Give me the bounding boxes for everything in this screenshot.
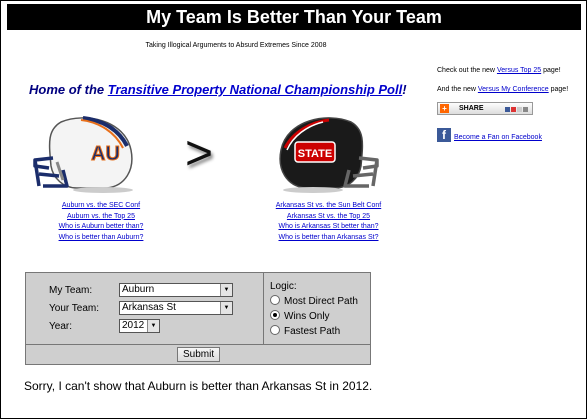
radio-direct[interactable]: [270, 295, 280, 305]
radio-wins[interactable]: [270, 310, 280, 320]
arkst-logo-lettering: STATE: [298, 148, 332, 160]
auburn-helmet-icon: AU: [33, 116, 133, 193]
conf-prefix: And the new: [437, 86, 478, 93]
my-team-value: Auburn: [122, 284, 155, 295]
arkst-better-than-link[interactable]: Who is Arkansas St better than?: [256, 222, 401, 233]
share-plus-icon: +: [440, 104, 449, 113]
auburn-better-than-link[interactable]: Who is Auburn better than?: [31, 222, 171, 233]
year-label: Year:: [49, 321, 72, 332]
home-suffix: !: [402, 82, 407, 97]
team-selection-panel: My Team: Auburn ▼ Your Team: Arkansas St…: [26, 273, 264, 345]
home-prefix: Home of the: [29, 82, 108, 97]
versus-top25-link[interactable]: Versus Top 25: [497, 67, 541, 74]
logic-option-wins[interactable]: Wins Only: [270, 310, 330, 322]
your-team-label: Your Team:: [49, 303, 100, 314]
matchup-form: My Team: Auburn ▼ Your Team: Arkansas St…: [25, 272, 371, 365]
conf-suffix: page!: [548, 86, 569, 93]
logic-option-label: Fastest Path: [284, 326, 341, 337]
my-team-select[interactable]: Auburn ▼: [119, 283, 233, 297]
chevron-down-icon: ▼: [220, 284, 232, 296]
arkansas-state-links: Arkansas St vs. the Sun Belt Conf Arkans…: [256, 201, 401, 243]
better-than-arkst-link[interactable]: Who is better than Arkansas St?: [256, 233, 401, 244]
top25-suffix: page!: [541, 67, 561, 74]
submit-row: Submit: [26, 345, 370, 364]
arkansas-state-helmet-icon: STATE: [279, 117, 379, 193]
your-team-value: Arkansas St: [122, 302, 176, 313]
arkst-vs-top25-link[interactable]: Arkansas St vs. the Top 25: [256, 212, 401, 223]
better-than-auburn-link[interactable]: Who is better than Auburn?: [31, 233, 171, 244]
chevron-down-icon: ▼: [220, 302, 232, 314]
site-title-banner: My Team Is Better Than Your Team: [7, 4, 581, 30]
arkst-vs-conference-link[interactable]: Arkansas St vs. the Sun Belt Conf: [256, 201, 401, 212]
championship-poll-link[interactable]: Transitive Property National Championshi…: [108, 82, 402, 97]
page-frame: My Team Is Better Than Your Team Taking …: [0, 0, 587, 419]
versus-conference-link[interactable]: Versus My Conference: [478, 86, 549, 93]
tagline: Taking Illogical Arguments to Absurd Ext…: [145, 42, 327, 49]
home-heading: Home of the Transitive Property National…: [29, 82, 407, 97]
submit-button[interactable]: Submit: [177, 347, 221, 362]
year-select[interactable]: 2012 ▼: [119, 319, 160, 333]
top25-prefix: Check out the new: [437, 67, 497, 74]
auburn-links: Auburn vs. the SEC Conf Auburn vs. the T…: [31, 201, 171, 243]
auburn-vs-conference-link[interactable]: Auburn vs. the SEC Conf: [31, 201, 171, 212]
result-message: Sorry, I can't show that Auburn is bette…: [24, 379, 373, 393]
radio-fastest[interactable]: [270, 325, 280, 335]
facebook-icon[interactable]: f: [437, 128, 451, 142]
logic-option-label: Wins Only: [284, 311, 330, 322]
facebook-fan-link[interactable]: Become a Fan on Facebook: [454, 134, 542, 141]
year-value: 2012: [122, 320, 145, 331]
conference-promo: And the new Versus My Conference page!: [437, 86, 568, 93]
logic-option-direct[interactable]: Most Direct Path: [270, 295, 358, 307]
logic-option-label: Most Direct Path: [284, 296, 358, 307]
better-than-symbol: >: [185, 127, 214, 180]
my-team-label: My Team:: [49, 285, 93, 296]
auburn-vs-top25-link[interactable]: Auburn vs. the Top 25: [31, 212, 171, 223]
top25-promo: Check out the new Versus Top 25 page!: [437, 67, 561, 74]
logic-label: Logic:: [270, 281, 297, 292]
auburn-logo-lettering: AU: [91, 143, 120, 165]
logic-panel: Logic: Most Direct Path Wins Only Fastes…: [264, 273, 370, 345]
share-button[interactable]: + SHARE: [437, 102, 533, 115]
share-label: SHARE: [459, 105, 484, 112]
logic-option-fastest[interactable]: Fastest Path: [270, 325, 340, 337]
your-team-select[interactable]: Arkansas St ▼: [119, 301, 233, 315]
share-services-icon: [504, 105, 528, 116]
chevron-down-icon: ▼: [147, 320, 159, 332]
